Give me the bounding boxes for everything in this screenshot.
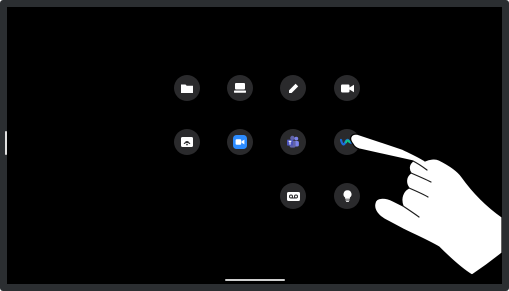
home-screen	[7, 7, 502, 284]
home-indicator-bar[interactable]	[225, 279, 285, 281]
device-frame	[0, 0, 509, 291]
hand-gesture-illustration	[350, 133, 502, 276]
